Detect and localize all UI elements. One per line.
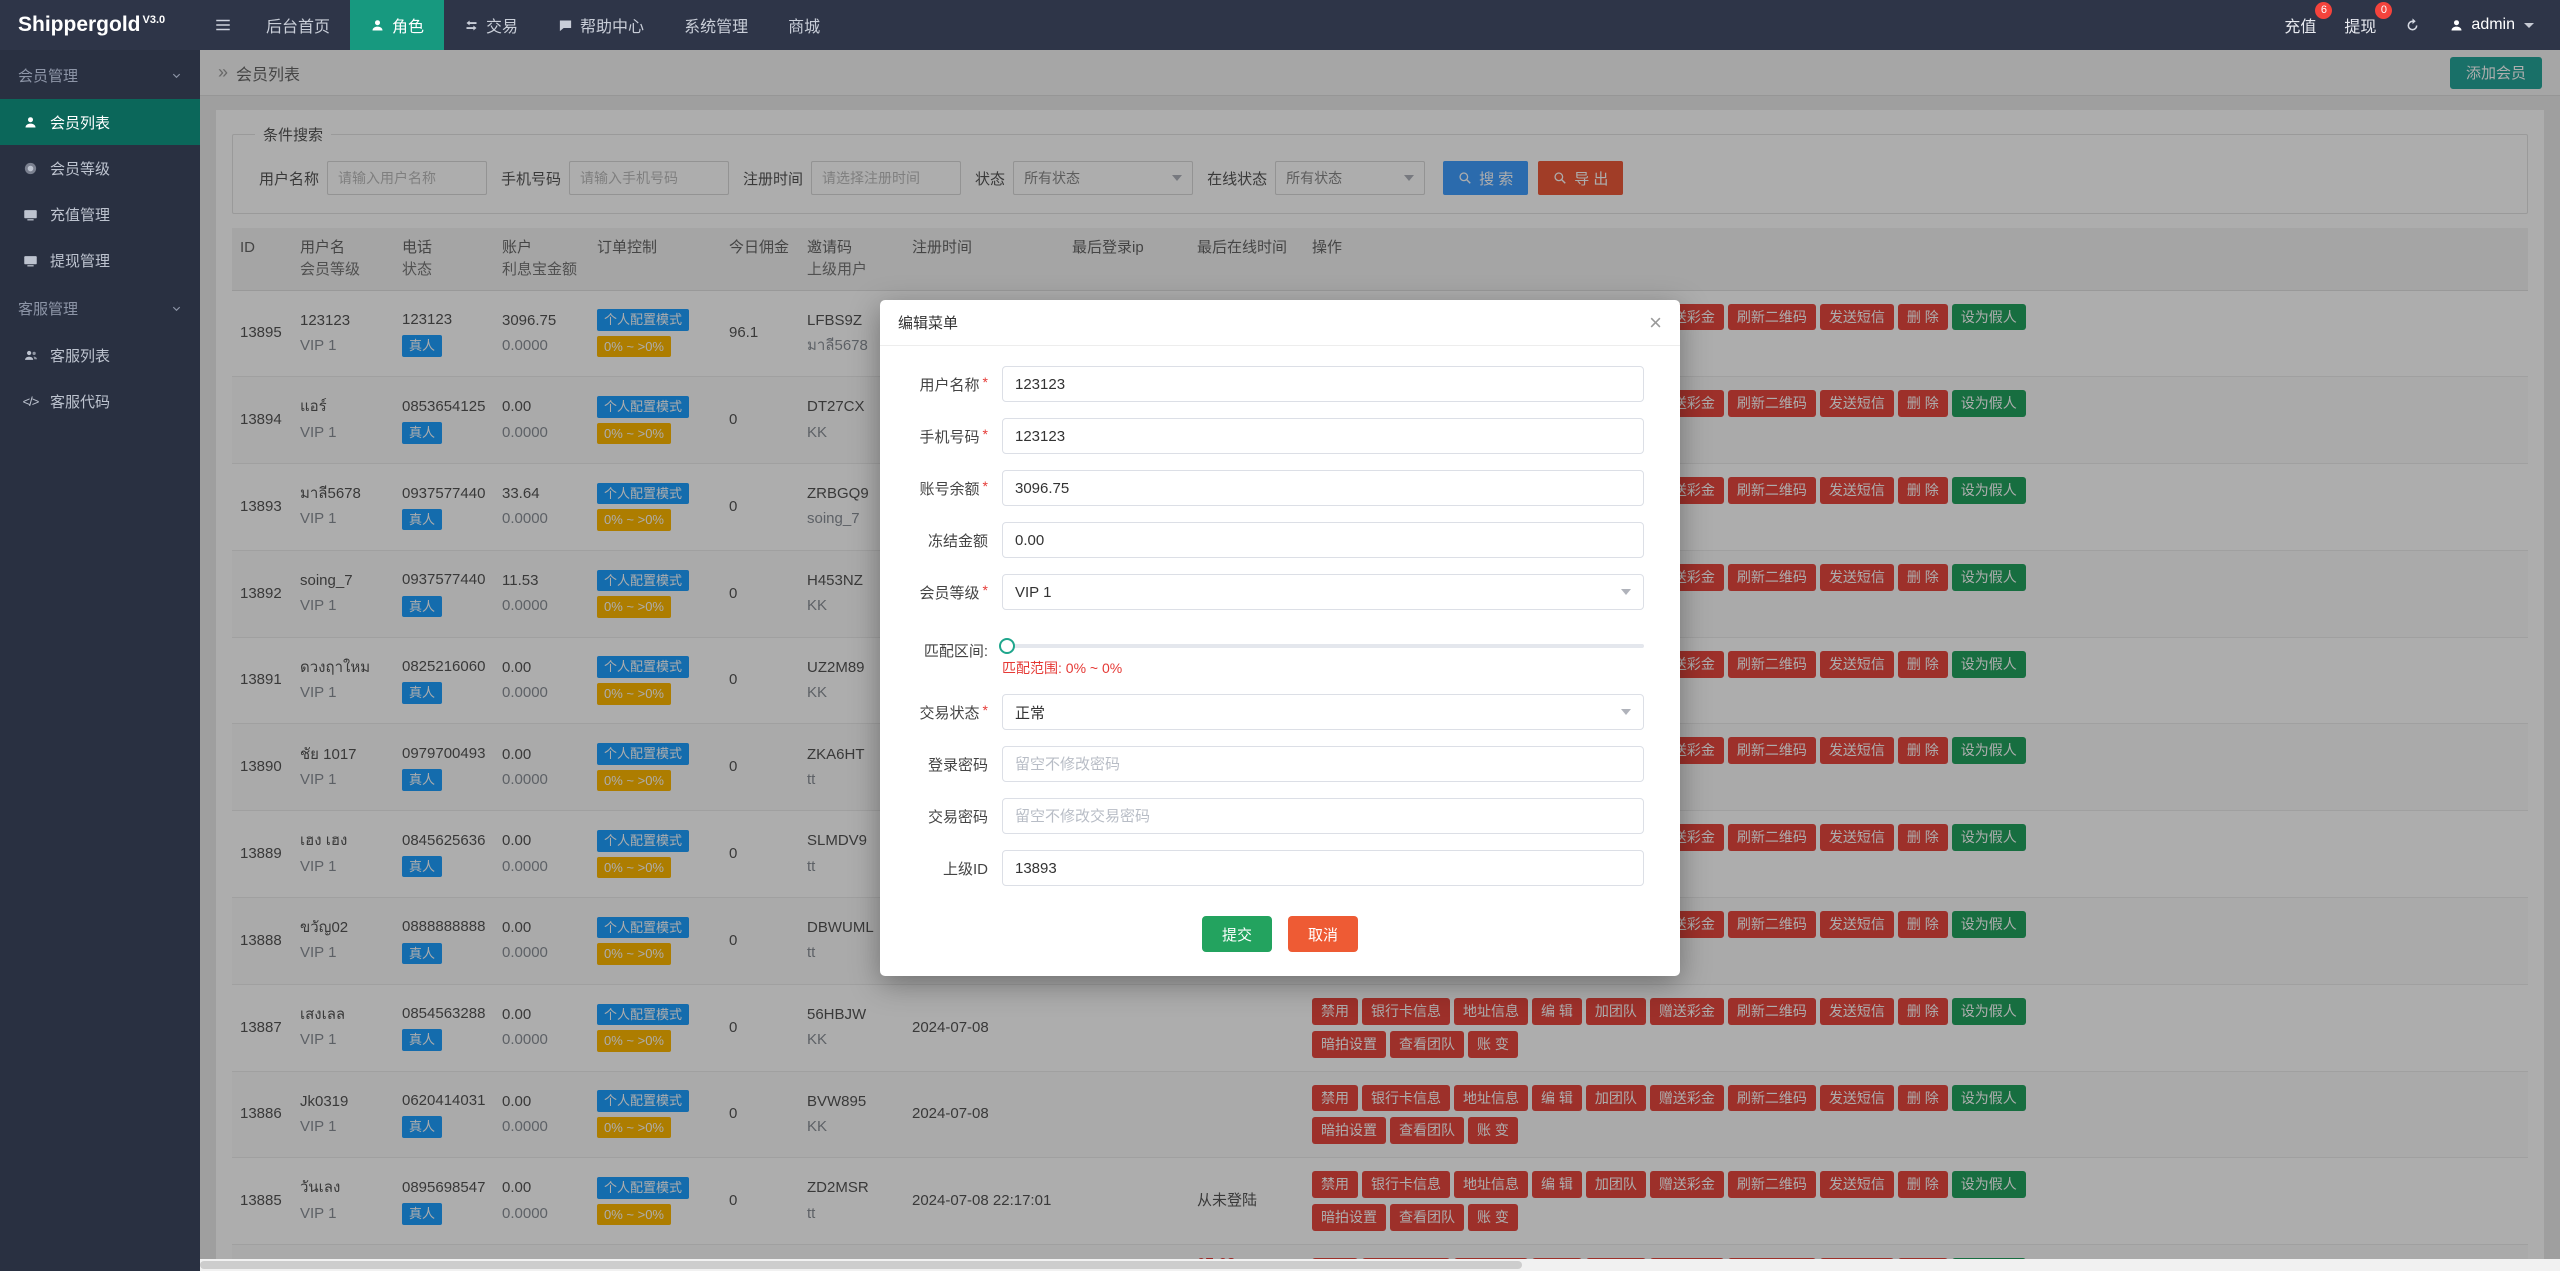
match-range-label: 匹配区间: <box>923 643 988 660</box>
top-navbar: ShippergoldV3.0 后台首页 角色 交易 帮助中心 系统管理 商城 <box>0 0 2560 50</box>
chat-icon <box>558 18 573 33</box>
sidebar-item-service-list[interactable]: 客服列表 <box>0 332 200 378</box>
balance-field-label: 账号余额 <box>919 480 980 498</box>
frozen-amount-field[interactable] <box>1002 522 1644 558</box>
login-password-field-label: 登录密码 <box>927 756 988 774</box>
recharge-icon <box>22 207 39 222</box>
exchange-icon <box>464 18 479 33</box>
sidebar-section-service-management[interactable]: 客服管理 <box>0 283 200 332</box>
user-icon <box>2449 18 2464 33</box>
refresh-icon[interactable] <box>2404 17 2421 34</box>
app-logo: Shippergold V3.0 <box>0 13 200 37</box>
username-field[interactable] <box>1002 366 1644 402</box>
sidebar: 会员管理 会员列表 会员等级 充值管理 提现管理 客服管理 客服列表 </> 客… <box>0 50 200 1271</box>
phone-field[interactable] <box>1002 418 1644 454</box>
level-icon <box>22 161 39 176</box>
level-select[interactable]: VIP 1 <box>1002 574 1644 610</box>
phone-field-label: 手机号码 <box>919 428 980 446</box>
trade-status-field-label: 交易状态 <box>919 704 980 722</box>
hamburger-icon[interactable] <box>200 0 246 50</box>
caret-down-icon <box>1621 709 1631 715</box>
navbar-right: 充值 6 提现 0 admin <box>2284 2 2560 37</box>
code-icon: </> <box>22 393 40 409</box>
nav-item-trade[interactable]: 交易 <box>444 0 538 50</box>
trade-password-field[interactable] <box>1002 798 1644 834</box>
withdraw-icon <box>22 253 39 268</box>
trade-password-field-label: 交易密码 <box>927 808 988 826</box>
user-menu[interactable]: admin <box>2449 16 2534 34</box>
parent-id-field[interactable] <box>1002 850 1644 886</box>
required-asterisk: * <box>982 477 988 494</box>
chevron-down-icon <box>171 303 182 314</box>
caret-down-icon <box>2524 22 2534 28</box>
main-content: » 会员列表 添加会员 条件搜索 用户名称 手机号码 注册时间 状态 <box>200 50 2560 1271</box>
sidebar-section-member-management[interactable]: 会员管理 <box>0 50 200 99</box>
frozen-field-label: 冻结金额 <box>927 532 988 550</box>
caret-down-icon <box>1621 589 1631 595</box>
scrollbar-thumb[interactable] <box>200 1261 1522 1269</box>
logo-text: Shippergold <box>18 13 141 36</box>
parent-id-field-label: 上级ID <box>942 860 988 878</box>
required-asterisk: * <box>982 425 988 442</box>
balance-field[interactable] <box>1002 470 1644 506</box>
match-range-slider[interactable] <box>999 638 1644 654</box>
user-icon <box>370 18 385 33</box>
required-asterisk: * <box>982 701 988 718</box>
user-icon <box>22 115 39 130</box>
horizontal-scrollbar[interactable] <box>200 1259 2560 1271</box>
logo-version: V3.0 <box>142 14 166 26</box>
submit-button[interactable]: 提交 <box>1201 916 1272 952</box>
required-asterisk: * <box>982 581 988 598</box>
match-range-note: 匹配范围: 0% ~ 0% <box>1002 660 1123 676</box>
modal-footer: 提交 取消 <box>880 904 1680 976</box>
cancel-button[interactable]: 取消 <box>1288 916 1359 952</box>
sidebar-item-member-level[interactable]: 会员等级 <box>0 145 200 191</box>
close-icon[interactable]: × <box>1649 311 1662 334</box>
username-label: admin <box>2471 16 2515 33</box>
sidebar-item-service-code[interactable]: </> 客服代码 <box>0 378 200 424</box>
nav-item-mall[interactable]: 商城 <box>768 0 840 50</box>
username-field-label: 用户名称 <box>919 376 980 394</box>
modal-body: 用户名称* 手机号码* 账号余额* 冻结金额 会员等级* <box>880 346 1680 904</box>
app-root: ShippergoldV3.0 后台首页 角色 交易 帮助中心 系统管理 商城 <box>0 0 2560 1271</box>
nav-item-system[interactable]: 系统管理 <box>664 0 768 50</box>
withdraw-count-badge: 0 <box>2375 2 2393 19</box>
required-asterisk: * <box>982 373 988 390</box>
nav-item-role[interactable]: 角色 <box>350 0 445 50</box>
main-menu: 后台首页 角色 交易 帮助中心 系统管理 商城 <box>246 0 840 50</box>
chevron-down-icon <box>171 70 182 81</box>
sidebar-item-member-list[interactable]: 会员列表 <box>0 99 200 145</box>
level-field-label: 会员等级 <box>919 584 980 602</box>
slider-handle[interactable] <box>999 638 1015 654</box>
edit-member-modal: 编辑菜单 × 用户名称* 手机号码* 账号余额* 冻结金额 <box>880 300 1680 976</box>
modal-header: 编辑菜单 × <box>880 300 1680 346</box>
login-password-field[interactable] <box>1002 746 1644 782</box>
trade-status-select[interactable]: 正常 <box>1002 694 1644 730</box>
nav-item-home[interactable]: 后台首页 <box>246 0 350 50</box>
sidebar-item-withdraw-management[interactable]: 提现管理 <box>0 237 200 283</box>
sidebar-item-recharge-management[interactable]: 充值管理 <box>0 191 200 237</box>
users-icon <box>22 348 39 363</box>
recharge-count-badge: 6 <box>2315 2 2333 19</box>
withdraw-link[interactable]: 提现 0 <box>2344 2 2393 37</box>
nav-item-help[interactable]: 帮助中心 <box>538 0 664 50</box>
modal-title: 编辑菜单 <box>898 315 959 332</box>
recharge-link[interactable]: 充值 6 <box>2284 2 2333 37</box>
